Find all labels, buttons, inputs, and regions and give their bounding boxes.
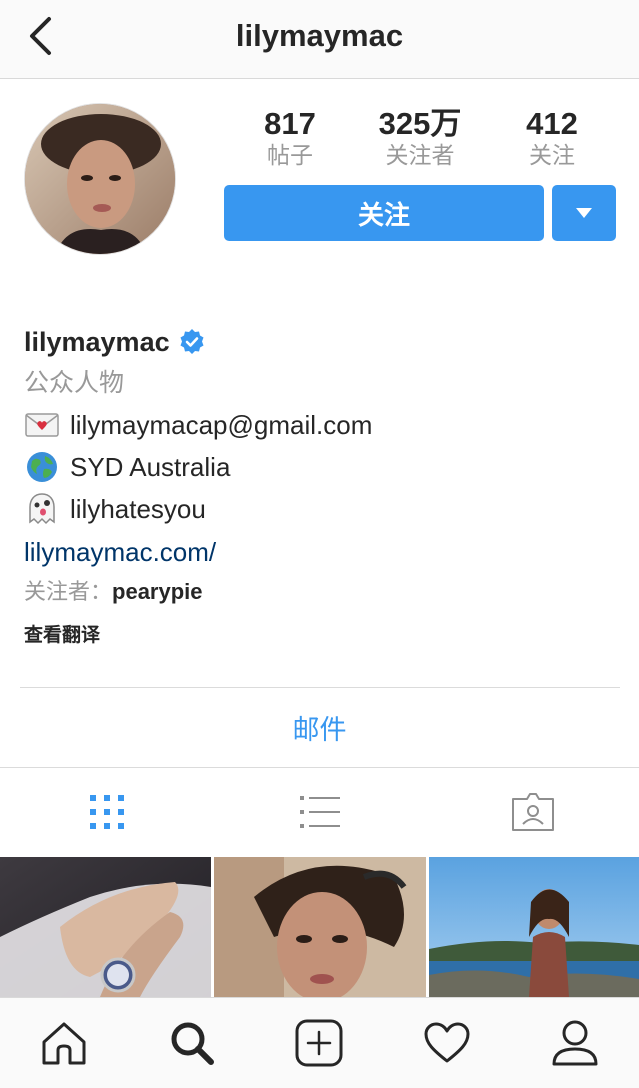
heart-icon [424,1022,470,1063]
verified-badge-icon [180,329,204,354]
tab-new-post[interactable] [256,998,384,1088]
profile-name: lilymaymac [24,326,170,357]
followers-count: 325万 [378,106,462,141]
stat-followers[interactable]: 325万 关注者 [355,106,485,168]
bio-location-text: SYD Australia [70,451,231,482]
posts-label: 帖子 [267,142,313,168]
bio-email-line: lilymaymacap@gmail.com [24,404,624,446]
tagged-icon [511,793,554,831]
list-icon [299,796,340,828]
love-letter-icon [24,407,60,443]
followed-by-user[interactable]: pearypie [112,579,203,604]
tab-profile[interactable] [511,998,639,1088]
bottom-tab-bar [0,997,639,1088]
avatar[interactable] [24,103,176,255]
add-icon [295,1019,343,1067]
see-translation-button[interactable]: 查看翻译 [24,620,100,647]
page-title: lilymaymac [235,18,404,53]
following-label: 关注 [529,142,575,168]
avatar-photo [25,104,175,254]
grid-icon [89,795,124,829]
stat-following[interactable]: 412 关注 [510,106,594,168]
followers-label: 关注者 [385,142,455,168]
followed-by: 关注者：pearypie [24,572,624,612]
post-thumbnail[interactable] [429,857,639,997]
tab-list-view[interactable] [213,768,426,856]
suggestions-dropdown-button[interactable] [552,185,616,241]
bio-section: lilymaymac 公众人物 lilymaymacap@gmail.com S… [24,322,624,612]
post-thumbnail[interactable] [0,857,211,997]
tab-grid-view[interactable] [0,768,213,856]
bio-email-text: lilymaymacap@gmail.com [70,409,373,440]
bio-location-line: SYD Australia [24,446,624,488]
tab-tagged-view[interactable] [426,768,639,856]
caret-down-icon [576,208,592,218]
profile-category: 公众人物 [24,369,125,397]
follow-button[interactable]: 关注 [224,185,544,241]
email-contact-button[interactable]: 邮件 [0,688,639,766]
stat-posts[interactable]: 817 帖子 [250,106,330,168]
profile-view-tabs [0,768,639,856]
website-link[interactable]: lilymaymac.com/ [24,530,624,572]
search-icon [171,1022,214,1065]
posts-count: 817 [264,106,316,141]
home-icon [42,1022,86,1065]
post-thumbnail[interactable] [214,857,426,997]
photo-grid [0,857,639,997]
following-count: 412 [526,106,578,141]
tab-home[interactable] [0,998,128,1088]
top-nav-bar: lilymaymac [0,0,639,79]
globe-icon [24,449,60,485]
profile-icon [552,1020,598,1066]
tab-activity[interactable] [383,998,511,1088]
tab-search[interactable] [128,998,256,1088]
followed-by-label: 关注者： [24,579,113,604]
bio-snapchat-line: lilyhatesyou [24,488,624,530]
bio-snapchat-text: lilyhatesyou [70,493,206,524]
ghost-icon [24,491,60,527]
